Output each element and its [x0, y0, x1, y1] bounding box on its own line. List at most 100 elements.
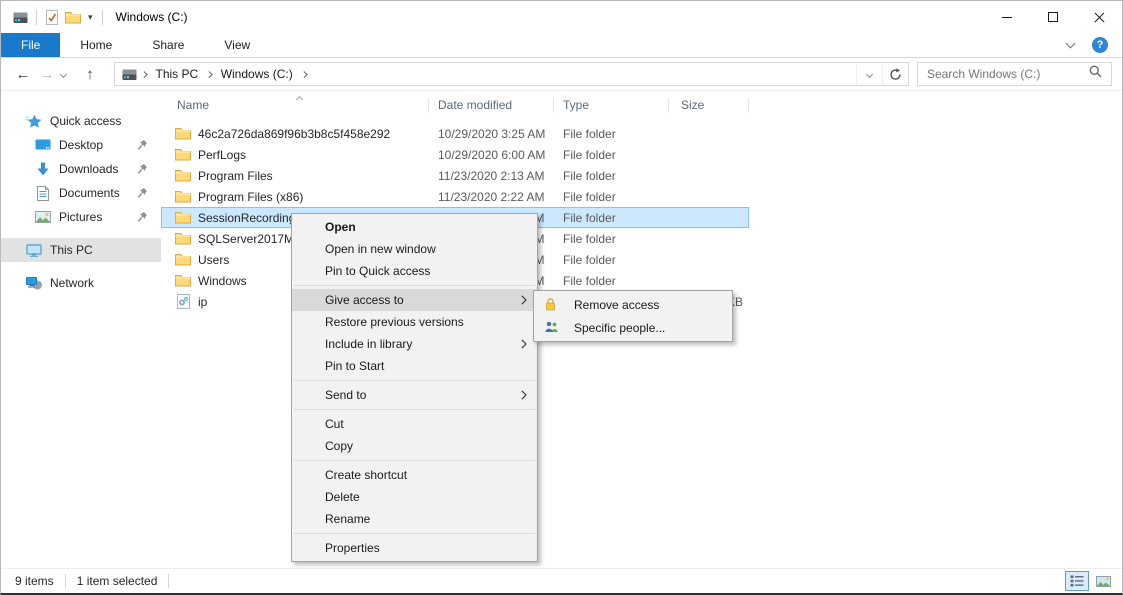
file-explorer-window: ▾ Windows (C:) FileHomeShareView ? ← → ↑…	[0, 0, 1123, 595]
file-date: 11/23/2020 2:22 AM	[429, 190, 554, 204]
sidebar-item-pictures[interactable]: Pictures	[1, 205, 161, 229]
refresh-icon	[889, 68, 902, 81]
column-header-size[interactable]: Size	[669, 91, 749, 119]
status-bar: 9 items 1 item selected	[1, 568, 1122, 593]
file-row-perflogs[interactable]: PerfLogs10/29/2020 6:00 AMFile folder	[161, 144, 749, 165]
pin-icon	[137, 211, 148, 223]
column-header-name[interactable]: Name	[161, 91, 429, 119]
file-name: Users	[198, 253, 229, 267]
breadcrumb-chevron-icon[interactable]	[301, 71, 307, 77]
minimize-button[interactable]	[984, 1, 1030, 33]
refresh-button[interactable]	[882, 63, 908, 85]
context-menu-item-restore-previous-versions[interactable]: Restore previous versions	[292, 311, 537, 333]
context-menu-item-create-shortcut[interactable]: Create shortcut	[292, 464, 537, 486]
context-menu-item-copy[interactable]: Copy	[292, 435, 537, 457]
submenu-item-specific-people[interactable]: Specific people...	[534, 316, 732, 339]
context-menu-item-pin-to-start[interactable]: Pin to Start	[292, 355, 537, 377]
ribbon-tabs: FileHomeShareView	[1, 33, 270, 57]
submenu-arrow-icon	[521, 390, 527, 400]
network-icon	[26, 277, 42, 290]
file-type: File folder	[554, 148, 669, 162]
breadcrumb-chevron-icon[interactable]	[206, 71, 212, 77]
search-placeholder: Search Windows (C:)	[927, 67, 1089, 81]
pin-icon	[137, 139, 148, 151]
column-header-type[interactable]: Type	[554, 91, 669, 119]
maximize-button[interactable]	[1030, 1, 1076, 33]
up-button[interactable]: ↑	[78, 66, 102, 83]
drive-icon	[13, 11, 28, 24]
quick-access-star-icon	[26, 114, 42, 129]
breadcrumb-item-this-pc[interactable]: This PC	[152, 67, 203, 81]
file-type: File folder	[554, 190, 669, 204]
address-bar[interactable]: This PC Windows (C:)	[114, 62, 909, 86]
column-header-date-modified[interactable]: Date modified	[429, 91, 554, 119]
sidebar-item-label: This PC	[50, 243, 93, 257]
downloads-arrow-icon	[36, 162, 50, 176]
sidebar-item-this-pc[interactable]: This PC	[1, 238, 161, 262]
folder-icon	[175, 274, 191, 287]
menu-separator	[294, 380, 535, 381]
context-menu-item-include-in-library[interactable]: Include in library	[292, 333, 537, 355]
documents-icon	[37, 186, 49, 201]
context-menu-item-rename[interactable]: Rename	[292, 508, 537, 530]
context-menu-item-pin-to-quick-access[interactable]: Pin to Quick access	[292, 260, 537, 282]
details-view-button[interactable]	[1065, 571, 1089, 591]
sidebar-item-desktop[interactable]: Desktop	[1, 133, 161, 157]
expand-ribbon-chevron-icon[interactable]	[1066, 39, 1076, 49]
thumbnails-view-icon	[1096, 576, 1111, 587]
help-icon[interactable]: ?	[1092, 37, 1108, 53]
tab-share[interactable]: Share	[132, 33, 204, 57]
file-row-program-files-x86[interactable]: Program Files (x86) 11/23/2020 2:22 AMFil…	[161, 186, 749, 207]
back-button[interactable]: ←	[11, 66, 35, 83]
file-name-cell: Program Files	[161, 169, 429, 183]
address-dropdown-button[interactable]	[856, 63, 882, 85]
sidebar-item-downloads[interactable]: Downloads	[1, 157, 161, 181]
context-menu-item-send-to[interactable]: Send to	[292, 384, 537, 406]
tab-file[interactable]: File	[1, 33, 60, 57]
properties-checkmark-icon[interactable]	[45, 10, 59, 25]
close-button[interactable]	[1076, 1, 1122, 33]
desktop-icon	[35, 139, 51, 151]
title-bar: ▾ Windows (C:)	[1, 1, 1122, 33]
folder-icon	[175, 190, 191, 203]
tab-view[interactable]: View	[204, 33, 270, 57]
context-menu-item-open-in-new-window[interactable]: Open in new window	[292, 238, 537, 260]
context-menu-item-cut[interactable]: Cut	[292, 413, 537, 435]
file-type: File folder	[554, 211, 669, 225]
breadcrumb-item-windows-c[interactable]: Windows (C:)	[217, 67, 297, 81]
drive-icon	[122, 68, 137, 81]
submenu-item-remove-access[interactable]: Remove access	[534, 293, 732, 316]
gear-file-icon	[177, 294, 190, 309]
ribbon-tab-strip: FileHomeShareView ?	[1, 33, 1122, 58]
file-type: File folder	[554, 274, 669, 288]
menu-separator	[294, 533, 535, 534]
qat-dropdown-icon[interactable]: ▾	[88, 12, 93, 23]
file-row-46c2a726da869f96b3b8c5f458e292[interactable]: 46c2a726da869f96b3b8c5f458e29210/29/2020…	[161, 123, 749, 144]
sidebar-item-documents[interactable]: Documents	[1, 181, 161, 205]
thumbnails-view-button[interactable]	[1091, 571, 1115, 591]
new-folder-icon[interactable]	[65, 11, 81, 24]
file-name: PerfLogs	[198, 148, 246, 162]
people-icon	[544, 320, 559, 333]
menu-separator	[294, 285, 535, 286]
context-menu-item-give-access-to[interactable]: Give access to	[292, 289, 537, 311]
context-menu-item-properties[interactable]: Properties	[292, 537, 537, 559]
recent-locations-chevron-icon[interactable]	[60, 70, 67, 77]
folder-icon	[175, 253, 191, 266]
tab-home[interactable]: Home	[60, 33, 132, 57]
breadcrumb-chevron-icon[interactable]	[141, 71, 147, 77]
give-access-to-submenu: Remove accessSpecific people...	[533, 290, 733, 342]
file-name-cell: PerfLogs	[161, 148, 429, 162]
sidebar-item-network[interactable]: Network	[1, 271, 161, 295]
pictures-icon	[35, 211, 51, 223]
context-menu-item-delete[interactable]: Delete	[292, 486, 537, 508]
folder-icon	[175, 127, 191, 140]
context-menu-item-open[interactable]: Open	[292, 216, 537, 238]
file-type: File folder	[554, 127, 669, 141]
forward-button[interactable]: →	[35, 66, 59, 83]
file-name: Program Files (x86)	[198, 190, 303, 204]
search-box[interactable]: Search Windows (C:)	[917, 62, 1112, 86]
sidebar-item-quick-access[interactable]: Quick access	[1, 109, 161, 133]
separator	[65, 574, 66, 588]
file-row-program-files[interactable]: Program Files11/23/2020 2:13 AMFile fold…	[161, 165, 749, 186]
